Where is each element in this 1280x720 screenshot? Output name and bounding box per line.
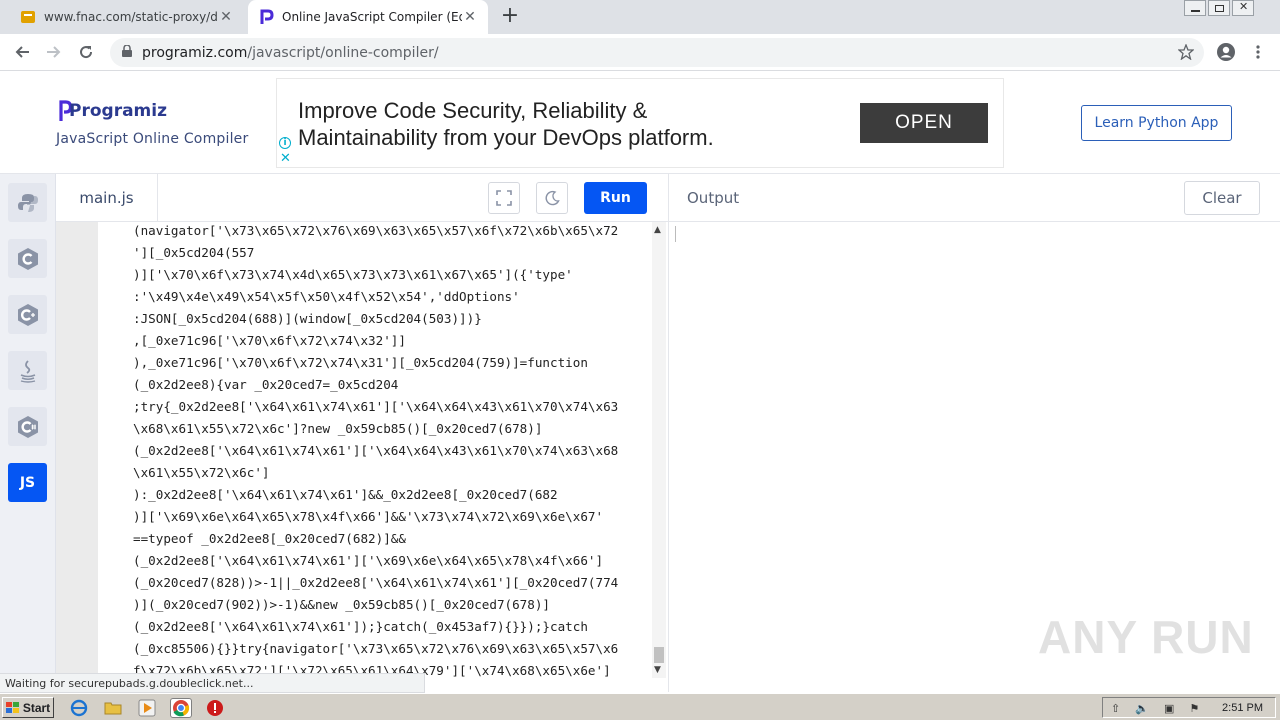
language-sidebar: JS <box>0 174 56 692</box>
url-host: programiz.com <box>142 44 248 61</box>
profile-avatar-icon[interactable] <box>1214 40 1238 64</box>
code-line: (_0xc85506){}}try{navigator['\x73\x65\x7… <box>133 641 619 656</box>
browser-tabstrip: www.fnac.com/static-proxy/datador ✕ Onli… <box>0 0 1280 34</box>
flag-icon[interactable]: ⚑ <box>1190 703 1206 715</box>
close-window-icon[interactable]: ✕ <box>1232 0 1254 16</box>
ad-close-icon[interactable]: ✕ <box>280 152 291 165</box>
code-line: (_0x2d2ee8['\x64\x61\x74\x61']['\x69\x6e… <box>133 553 604 568</box>
ad-info-icon[interactable]: i <box>279 137 291 149</box>
scroll-down-arrow-icon[interactable]: ▼ <box>654 665 661 675</box>
output-title: Output <box>687 189 740 207</box>
media-player-icon[interactable] <box>138 699 156 717</box>
code-line: )]['\x70\x6f\x73\x74\x4d\x65\x73\x73\x61… <box>133 267 573 282</box>
fullscreen-icon[interactable] <box>488 182 520 214</box>
code-line: ==typeof _0x2d2ee8[_0x20ced7(682)]&& <box>133 531 406 546</box>
code-line: (_0x2d2ee8['\x64\x61\x74\x61']['\x64\x64… <box>133 443 619 458</box>
ad-headline: Improve Code Security, Reliability & Mai… <box>298 97 714 151</box>
advertisement-banner[interactable]: Improve Code Security, Reliability & Mai… <box>276 78 1004 168</box>
code-line: ),_0xe71c96['\x70\x6f\x72\x74\x31'][_0x5… <box>133 355 588 370</box>
ad-line-2: Maintainability from your DevOps platfor… <box>298 125 714 150</box>
file-explorer-icon[interactable] <box>104 699 122 717</box>
system-tray: ⇧ 🔈 ▣ ⚑ 2:51 PM <box>1102 697 1276 718</box>
line-number-gutter <box>56 222 98 678</box>
minimize-window-icon[interactable] <box>1184 0 1206 16</box>
lock-icon <box>122 43 132 61</box>
javascript-language-button[interactable]: JS <box>8 463 47 502</box>
code-line: )]['\x69\x6e\x64\x65\x78\x4f\x66']&&'\x7… <box>133 509 604 524</box>
start-label: Start <box>22 700 51 715</box>
tab-close-icon[interactable]: ✕ <box>218 9 234 25</box>
ad-line-1: Improve Code Security, Reliability & <box>298 98 648 123</box>
address-bar[interactable]: programiz.com/javascript/online-compiler… <box>110 38 1204 67</box>
tray-icons[interactable]: ⇧ 🔈 ▣ ⚑ <box>1111 702 1205 715</box>
output-caret <box>675 226 676 242</box>
code-line: ;try{_0x2d2ee8['\x64\x61\x74\x61']['\x64… <box>133 399 619 414</box>
code-editor[interactable]: (navigator['\x73\x65\x72\x76\x69\x63\x65… <box>56 222 668 678</box>
start-button[interactable]: Start <box>2 697 54 718</box>
file-tab-main-js[interactable]: main.js <box>56 174 158 222</box>
new-tab-button[interactable]: + <box>498 4 522 28</box>
code-line: '][_0x5cd204(557 <box>133 245 255 260</box>
code-line: (_0x2d2ee8){var _0x20ced7=_0x5cd204 <box>133 377 399 392</box>
python-language-icon[interactable] <box>8 183 47 222</box>
c-language-icon[interactable] <box>8 239 47 278</box>
tray-arrow-icon[interactable]: ⇧ <box>1111 703 1126 715</box>
code-line: ):_0x2d2ee8['\x64\x61\x74\x61']&&_0x2d2e… <box>133 487 558 502</box>
bookmark-star-icon[interactable] <box>1174 40 1198 64</box>
scroll-up-arrow-icon[interactable]: ▲ <box>654 225 661 235</box>
anyrun-watermark: ANY RUN <box>1038 611 1254 663</box>
code-content[interactable]: (navigator['\x73\x65\x72\x76\x69\x63\x65… <box>133 222 653 678</box>
code-line: :JSON[_0x5cd204(688)](window[_0x5cd204(5… <box>133 311 482 326</box>
chrome-taskbar-icon[interactable] <box>170 698 192 718</box>
logo-text: Programiz <box>69 101 167 121</box>
tab-programiz[interactable]: Online JavaScript Compiler (Editor) ✕ <box>248 0 488 34</box>
output-header: Output Clear <box>668 174 1280 222</box>
code-line: (_0x20ced7(828))>-1||_0x2d2ee8['\x64\x61… <box>133 575 619 590</box>
windows-taskbar: Start ⇧ 🔈 ▣ ⚑ 2:51 PM <box>0 693 1280 720</box>
editor-scrollbar[interactable]: ▲ ▼ <box>652 222 666 678</box>
browser-toolbar: programiz.com/javascript/online-compiler… <box>0 34 1280 71</box>
window-controls: ✕ <box>1182 0 1254 16</box>
forward-icon[interactable] <box>42 40 66 64</box>
code-line: \x68\x61\x55\x72\x6c']?new _0x59cb85()[_… <box>133 421 543 436</box>
restore-window-icon[interactable] <box>1208 0 1230 16</box>
code-line: \x61\x55\x72\x6c'] <box>133 465 270 480</box>
dark-mode-moon-icon[interactable] <box>536 182 568 214</box>
java-language-icon[interactable] <box>8 351 47 390</box>
page-subtitle: JavaScript Online Compiler <box>56 131 249 147</box>
clock-time: 2:51 PM <box>1222 701 1263 714</box>
internet-explorer-icon[interactable] <box>70 699 88 717</box>
site-header: Programiz JavaScript Online Compiler Imp… <box>0 72 1280 174</box>
browser-menu-icon[interactable] <box>1246 40 1270 64</box>
code-line: :'\x49\x4e\x49\x54\x5f\x50\x4f\x52\x54',… <box>133 289 520 304</box>
volume-icon[interactable]: 🔈 <box>1135 703 1155 715</box>
scrollbar-thumb[interactable] <box>654 647 664 663</box>
tab-title: www.fnac.com/static-proxy/datador <box>44 10 218 24</box>
ad-open-button[interactable]: OPEN <box>860 103 988 143</box>
code-line: (navigator['\x73\x65\x72\x76\x69\x63\x65… <box>133 223 619 238</box>
learn-python-app-button[interactable]: Learn Python App <box>1081 105 1232 141</box>
network-icon[interactable]: ▣ <box>1164 703 1180 715</box>
code-line: )](_0x20ced7(902))>-1)&&new _0x59cb85()[… <box>133 597 551 612</box>
browser-status-bar: Waiting for securepubads.g.doubleclick.n… <box>0 673 425 693</box>
editor-header: main.js Run <box>56 174 668 222</box>
run-button[interactable]: Run <box>584 182 647 214</box>
clear-button[interactable]: Clear <box>1184 181 1260 215</box>
windows-logo-icon <box>5 701 19 713</box>
tab-title: Online JavaScript Compiler (Editor) <box>282 10 462 24</box>
code-line: (_0x2d2ee8['\x64\x61\x74\x61']);}catch(_… <box>133 619 588 634</box>
back-icon[interactable] <box>10 40 34 64</box>
stop-sign-icon[interactable] <box>206 699 224 717</box>
programiz-logo[interactable]: Programiz <box>58 100 167 122</box>
reload-icon[interactable] <box>74 40 98 64</box>
tab-close-icon[interactable]: ✕ <box>462 9 478 25</box>
cpp-language-icon[interactable] <box>8 295 47 334</box>
tab-fnac[interactable]: www.fnac.com/static-proxy/datador ✕ <box>10 0 244 34</box>
fnac-favicon-icon <box>20 9 36 25</box>
programiz-favicon-icon <box>258 9 274 25</box>
code-line: ,[_0xe71c96['\x70\x6f\x72\x74\x32']] <box>133 333 406 348</box>
url-path: /javascript/online-compiler/ <box>247 44 439 61</box>
csharp-language-icon[interactable] <box>8 407 47 446</box>
